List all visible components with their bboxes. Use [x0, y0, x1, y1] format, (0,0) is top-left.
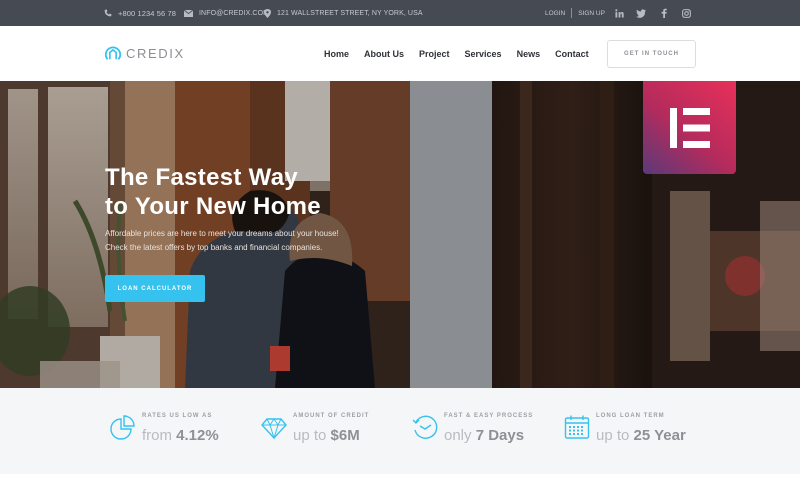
nav-home[interactable]: Home	[324, 49, 349, 59]
instagram-link[interactable]	[679, 0, 693, 26]
diamond-icon	[261, 418, 287, 440]
login-link[interactable]: LOGIN	[545, 10, 565, 17]
logo-text: CREDIX	[126, 45, 185, 61]
page-bottom-spacer	[0, 474, 800, 500]
feature-prefix: only	[444, 427, 472, 444]
street-address: 121 WALLSTREET STREET, NY YORK, USA	[277, 9, 423, 17]
feature-amount: $6M	[330, 427, 360, 444]
feature-amount: 25 Year	[633, 427, 686, 444]
main-nav: Home About Us Project Services News Cont…	[324, 26, 604, 81]
linkedin-link[interactable]	[612, 0, 626, 26]
feature-amount: 7 Days	[475, 427, 525, 444]
feature-prefix: up to	[293, 427, 327, 444]
feature-prefix: up to	[596, 427, 630, 444]
email-address: INFO@CREDIX.COM	[199, 9, 270, 17]
elementor-logo-icon	[669, 107, 710, 148]
facebook-link[interactable]	[657, 0, 671, 26]
twitter-link[interactable]	[634, 0, 648, 26]
hero-section: The Fastest Way to Your New Home Afforda…	[0, 81, 800, 388]
phone-contact[interactable]: +800 1234 56 78	[104, 0, 176, 26]
nav-about-us[interactable]: About Us	[364, 49, 404, 59]
feature-label: FAST & EASY PROCESS	[444, 413, 534, 419]
phone-number: +800 1234 56 78	[118, 8, 177, 18]
auth-links: LOGIN SIGN UP	[545, 0, 605, 26]
feature-label: RATES US LOW AS	[142, 413, 213, 419]
hero-subtitle: Affordable prices are here to meet your …	[105, 227, 339, 255]
facebook-icon	[661, 8, 667, 18]
feature-value: from 4.12%	[142, 427, 219, 444]
logo[interactable]: CREDIX	[104, 42, 185, 64]
top-bar: +800 1234 56 78 INFO@CREDIX.COM 121 WALL…	[0, 0, 800, 26]
feature-amount: 4.12%	[176, 427, 219, 444]
feature-prefix: from	[142, 427, 172, 444]
elementor-badge[interactable]	[643, 81, 736, 174]
features-strip: RATES US LOW AS from 4.12% AMOUNT OF CRE…	[0, 388, 800, 474]
envelope-icon	[184, 9, 193, 17]
calendar-icon	[564, 415, 590, 439]
feature-value: up to 25 Year	[596, 427, 686, 444]
get-in-touch-button[interactable]: GET IN TOUCH	[607, 40, 696, 68]
feature-value: up to $6M	[293, 427, 360, 444]
pie-chart-icon	[110, 415, 135, 440]
site-header: CREDIX Home About Us Project Services Ne…	[0, 26, 800, 81]
twitter-icon	[636, 8, 646, 18]
map-pin-icon	[264, 8, 271, 18]
nav-news[interactable]: News	[517, 49, 541, 59]
hero-title-line-2: to Your New Home	[105, 193, 321, 220]
hero-title-line-1: The Fastest Way	[105, 164, 298, 191]
signup-link[interactable]: SIGN UP	[578, 10, 605, 17]
nav-services[interactable]: Services	[465, 49, 502, 59]
feature-label: LONG LOAN TERM	[596, 413, 665, 419]
nav-project[interactable]: Project	[419, 49, 450, 59]
email-contact[interactable]: INFO@CREDIX.COM	[184, 0, 269, 26]
loan-calculator-button[interactable]: LOAN CALCULATOR	[105, 275, 205, 302]
linkedin-icon	[614, 8, 624, 18]
phone-icon	[104, 9, 112, 17]
feature-label: AMOUNT OF CREDIT	[293, 413, 370, 419]
feature-value: only 7 Days	[444, 427, 524, 444]
hero-title: The Fastest Way to Your New Home	[105, 163, 321, 221]
address-contact: 121 WALLSTREET STREET, NY YORK, USA	[264, 0, 423, 26]
hero-subtitle-line-1: Affordable prices are here to meet your …	[105, 229, 339, 238]
clock-history-icon	[412, 415, 438, 439]
nav-contact[interactable]: Contact	[555, 49, 589, 59]
house-logo-icon	[104, 46, 122, 60]
hero-subtitle-line-2: Check the latest offers by top banks and…	[105, 243, 323, 252]
auth-divider	[571, 8, 573, 18]
instagram-icon	[681, 8, 691, 18]
